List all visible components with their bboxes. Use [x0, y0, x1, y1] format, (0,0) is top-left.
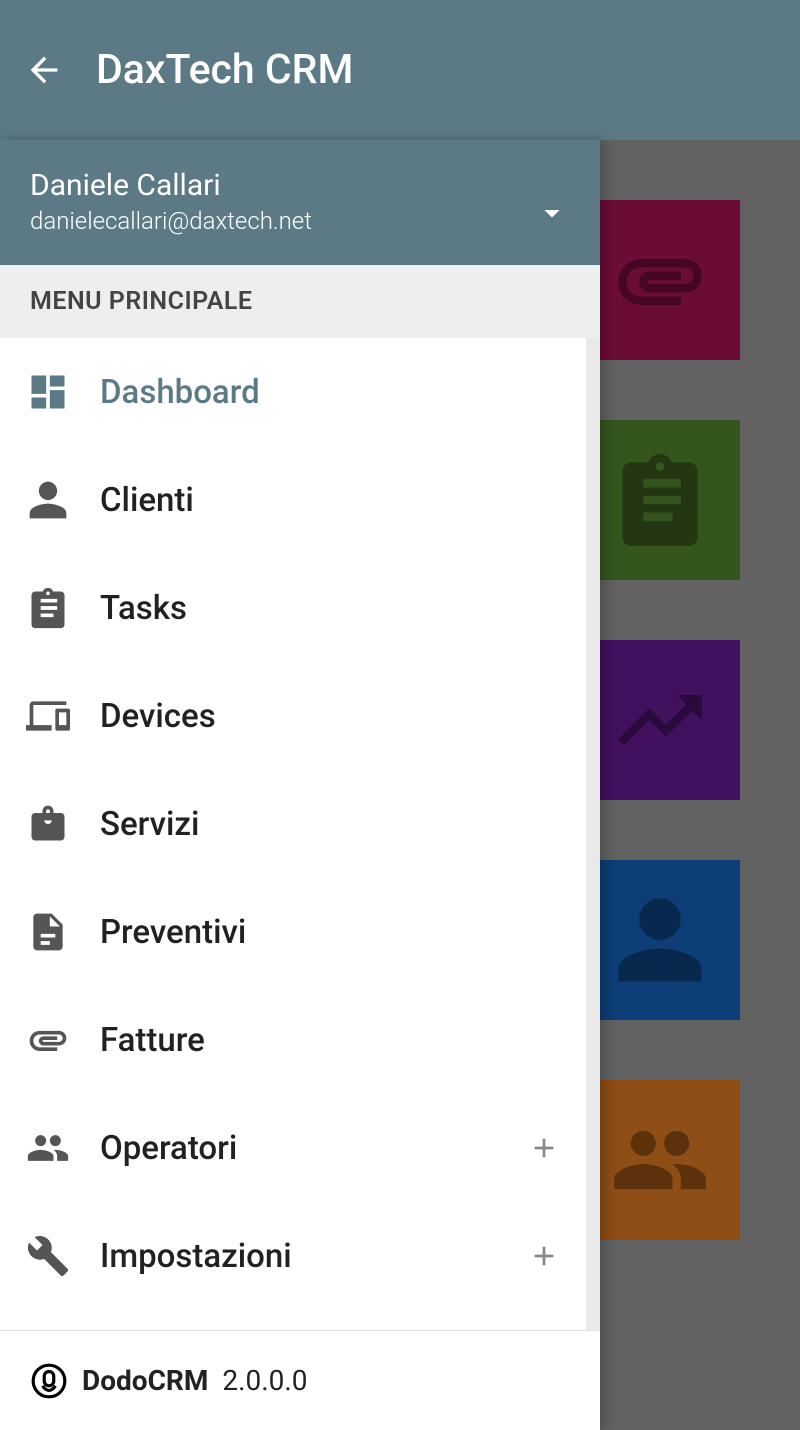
menu-item-label: Servizi — [100, 805, 560, 844]
menu-item-servizi[interactable]: Servizi — [0, 770, 586, 878]
menu-item-impostazioni[interactable]: Impostazioni — [0, 1202, 586, 1310]
user-email: danielecallari@daxtech.net — [30, 207, 312, 235]
product-logo-icon — [30, 1362, 68, 1400]
drawer-menu: Dashboard Clienti Tasks Devices Servizi … — [0, 338, 600, 1330]
expand-plus-icon[interactable] — [528, 1132, 560, 1164]
app-title: DaxTech CRM — [96, 46, 353, 94]
devices-icon — [26, 694, 70, 738]
menu-item-fatture[interactable]: Fatture — [0, 986, 586, 1094]
expand-plus-icon[interactable] — [528, 1240, 560, 1272]
menu-item-clienti[interactable]: Clienti — [0, 446, 586, 554]
menu-item-label: Tasks — [100, 589, 560, 628]
clipboard-icon — [26, 586, 70, 630]
menu-item-tasks[interactable]: Tasks — [0, 554, 586, 662]
menu-section-header: MENU PRINCIPALE — [0, 265, 600, 338]
menu-item-label: Devices — [100, 697, 560, 736]
dashboard-icon — [26, 370, 70, 414]
document-icon — [26, 910, 70, 954]
menu-item-label: Preventivi — [100, 913, 560, 952]
menu-item-label: Impostazioni — [100, 1237, 498, 1276]
menu-item-preventivi[interactable]: Preventivi — [0, 878, 586, 986]
menu-item-dashboard[interactable]: Dashboard — [0, 338, 586, 446]
menu-item-devices[interactable]: Devices — [0, 662, 586, 770]
product-name: DodoCRM — [82, 1364, 208, 1397]
menu-item-operatori[interactable]: Operatori — [0, 1094, 586, 1202]
user-name: Daniele Callari — [30, 168, 312, 203]
bag-icon — [26, 802, 70, 846]
product-version: 2.0.0.0 — [222, 1364, 307, 1397]
people-icon — [26, 1126, 70, 1170]
menu-item-label: Clienti — [100, 481, 560, 520]
back-icon[interactable] — [24, 50, 64, 90]
wrench-icon — [26, 1234, 70, 1278]
menu-item-label: Dashboard — [100, 373, 560, 412]
navigation-drawer: Daniele Callari danielecallari@daxtech.n… — [0, 140, 600, 1430]
drawer-footer: DodoCRM 2.0.0.0 — [0, 1330, 600, 1430]
drawer-account-header[interactable]: Daniele Callari danielecallari@daxtech.n… — [0, 140, 600, 265]
menu-item-label: Fatture — [100, 1021, 560, 1060]
app-bar: DaxTech CRM — [0, 0, 800, 140]
person-icon — [26, 478, 70, 522]
attachment-icon — [26, 1018, 70, 1062]
menu-item-label: Operatori — [100, 1129, 498, 1168]
chevron-down-icon[interactable] — [534, 195, 570, 231]
